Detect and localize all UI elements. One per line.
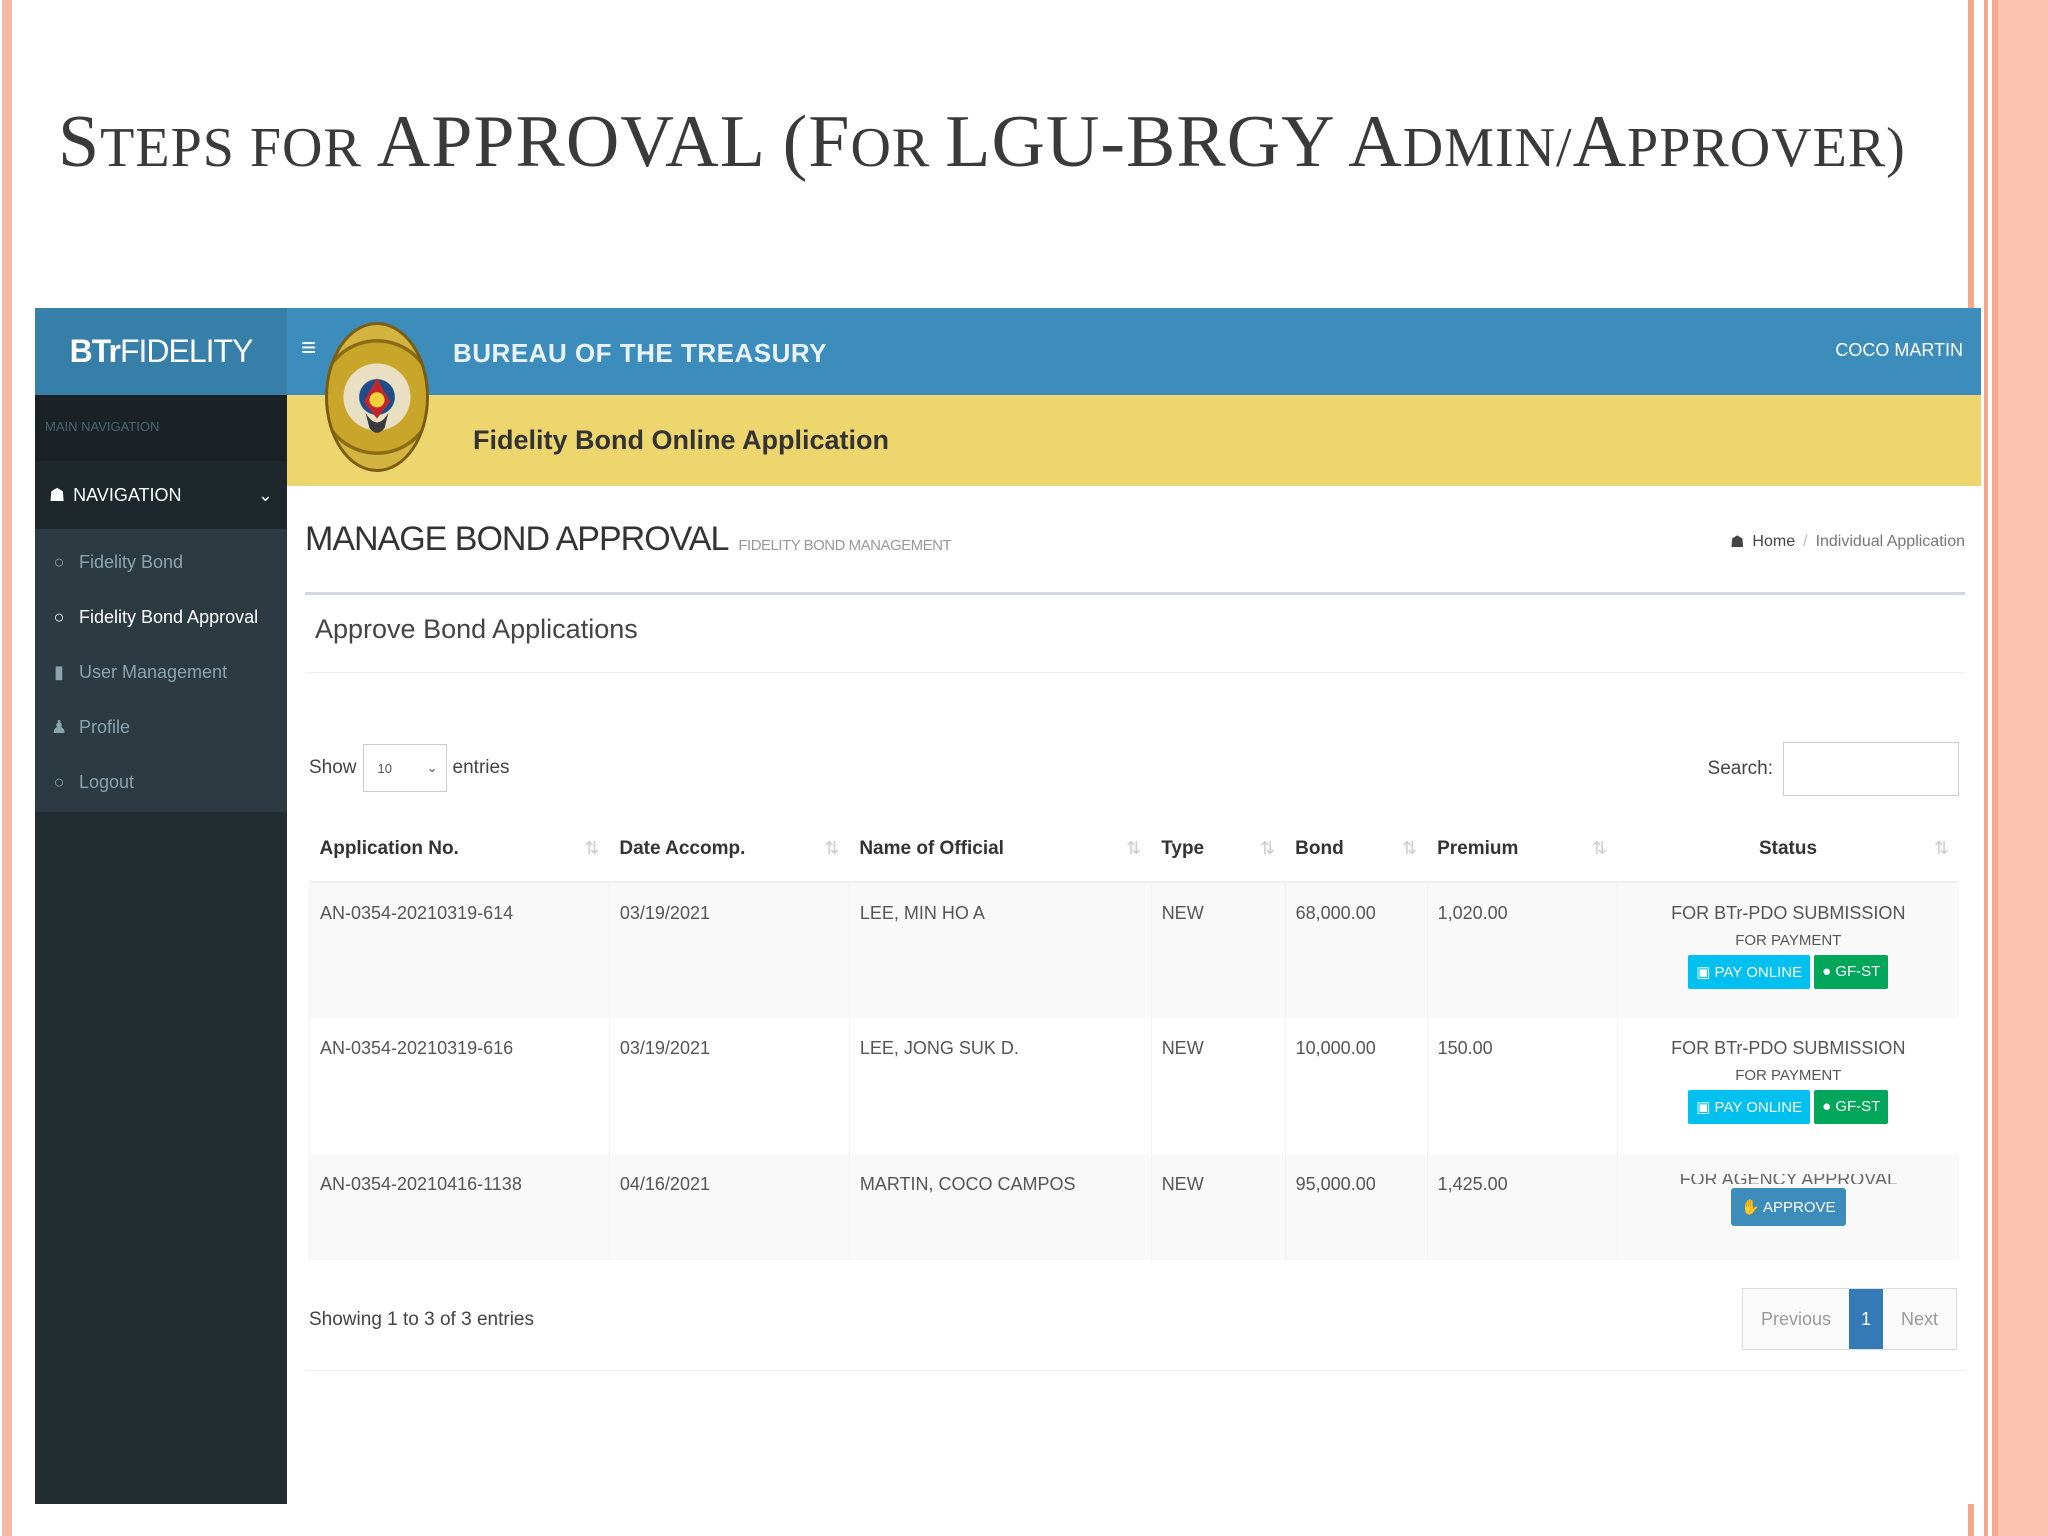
page-title: MANAGE BOND APPROVAL: [305, 520, 729, 558]
search-label: Search:: [1707, 758, 1773, 779]
sidebar-item-user-management[interactable]: ▮ User Management: [35, 645, 287, 700]
entries-select[interactable]: 10 ⌄: [362, 744, 447, 792]
status-cell: FOR AGENCY APPROVAL ✋ APPROVE: [1616, 1154, 1959, 1260]
entries-length-control: Show 10 ⌄ entries: [309, 744, 510, 792]
circle-icon: ○: [53, 772, 65, 792]
chevron-down-icon: ⌄: [257, 484, 273, 505]
bureau-seal-logo: [325, 322, 429, 472]
user-icon: ♟: [51, 717, 68, 737]
gf-st-button[interactable]: ● GF-ST: [1814, 1090, 1889, 1124]
sidebar-item-fidelity-bond[interactable]: ○ Fidelity Bond: [35, 535, 287, 590]
circle-icon: ○: [53, 607, 65, 627]
dashboard-icon: ☗: [49, 484, 66, 505]
box-title: Approve Bond Applications: [315, 614, 638, 644]
menu-toggle-icon[interactable]: ≡: [301, 332, 316, 363]
col-date-accomp[interactable]: Date Accomp. ⇅: [609, 816, 850, 883]
sort-icon: ⇅: [584, 838, 600, 858]
page-1-button[interactable]: 1: [1848, 1289, 1883, 1349]
status-subtext: FOR PAYMENT: [1735, 932, 1842, 949]
col-bond[interactable]: Bond ⇅: [1285, 816, 1428, 883]
footer-divider: [305, 1370, 1965, 1371]
main-navigation-label: MAIN NAVIGATION: [35, 395, 287, 461]
box-divider: [305, 672, 1965, 673]
status-subtext: FOR PAYMENT: [1735, 1067, 1842, 1084]
next-page-button[interactable]: Next: [1882, 1289, 1956, 1349]
search-input[interactable]: [1783, 742, 1959, 796]
home-icon: ☗: [1730, 534, 1745, 551]
slide-title: STEPS FOR APPROVAL (FOR LGU-BRGY ADMIN/A…: [58, 101, 1906, 183]
dot-icon: ●: [1822, 963, 1836, 980]
col-status[interactable]: Status ⇅: [1617, 816, 1959, 883]
search-control: Search:: [1708, 742, 1959, 796]
status-cell: FOR BTr-PDO SUBMISSION FOR PAYMENT ▣ PAY…: [1616, 1018, 1959, 1154]
card-icon: ▣: [1696, 964, 1715, 981]
table-info: Showing 1 to 3 of 3 entries: [309, 1309, 534, 1330]
sidebar-item-logout[interactable]: ○ Logout: [35, 755, 287, 810]
dot-icon: ●: [1822, 1098, 1836, 1115]
pay-online-button[interactable]: ▣ PAY ONLINE: [1688, 1090, 1811, 1124]
card-icon: ▣: [1696, 1099, 1715, 1116]
sidebar-item-fidelity-bond-approval[interactable]: ○ Fidelity Bond Approval: [35, 590, 287, 645]
slide-left-border: [0, 0, 22, 1536]
page-subtitle: FIDELITY BOND MANAGEMENT: [738, 537, 952, 554]
status-cell: FOR BTr-PDO SUBMISSION FOR PAYMENT ▣ PAY…: [1616, 882, 1959, 1018]
sidebar-item-profile[interactable]: ♟ Profile: [35, 700, 287, 755]
thumbs-up-icon: ✋: [1740, 1199, 1764, 1216]
org-name: BUREAU OF THE TREASURY: [453, 338, 828, 368]
sort-icon: ⇅: [1933, 838, 1949, 858]
approve-button[interactable]: ✋ APPROVE: [1730, 1188, 1846, 1226]
breadcrumb-home[interactable]: Home: [1752, 533, 1795, 551]
pagination: Previous 1 Next: [1741, 1288, 1957, 1350]
col-name-of-official[interactable]: Name of Official ⇅: [849, 816, 1152, 883]
breadcrumb-current: Individual Application: [1815, 533, 1965, 550]
sort-icon: ⇅: [1260, 838, 1276, 858]
sort-icon: ⇅: [1591, 838, 1608, 858]
status-text: FOR AGENCY APPROVAL: [1679, 1174, 1897, 1184]
banner-title: Fidelity Bond Online Application: [473, 425, 889, 455]
col-premium[interactable]: Premium ⇅: [1427, 816, 1618, 883]
app-banner: Fidelity Bond Online Application: [287, 395, 1981, 486]
status-text: FOR BTr-PDO SUBMISSION: [1671, 1038, 1906, 1058]
seal-emblem: [363, 378, 391, 433]
col-application-no[interactable]: Application No. ⇅: [309, 816, 610, 883]
chevron-down-icon: ⌄: [426, 760, 438, 775]
sort-icon: ⇅: [824, 838, 840, 858]
applications-table: Application No. ⇅ Date Accomp. ⇅ Name of O…: [309, 816, 1959, 1260]
users-icon: ▮: [54, 662, 64, 682]
table-row: AN-0354-20210319-614 03/19/2021 LEE, MIN…: [309, 882, 1959, 1018]
pay-online-button[interactable]: ▣ PAY ONLINE: [1688, 955, 1811, 989]
app-screenshot: BTr FIDELITY MAIN NAVIGATION ☗ NAVIGATION…: [35, 308, 1981, 1504]
table-row: AN-0354-20210319-616 03/19/2021 LEE, JON…: [309, 1018, 1959, 1154]
breadcrumb: ☗ Home / Individual Application: [1730, 533, 1965, 551]
nav-header-label: NAVIGATION: [73, 484, 182, 505]
table-header-row: Application No. ⇅ Date Accomp. ⇅ Name of O…: [309, 816, 1959, 883]
circle-icon: ○: [53, 552, 65, 572]
previous-page-button[interactable]: Previous: [1742, 1289, 1849, 1349]
header-divider: [305, 592, 1965, 595]
nav-header[interactable]: ☗ NAVIGATION ⌄: [35, 461, 287, 529]
table-row: AN-0354-20210416-1138 04/16/2021 MARTIN,…: [309, 1154, 1959, 1260]
sidebar: BTr FIDELITY MAIN NAVIGATION ☗ NAVIGATION…: [35, 308, 287, 1504]
status-text: FOR BTr-PDO SUBMISSION: [1671, 903, 1906, 923]
sort-icon: ⇅: [1126, 838, 1142, 858]
gf-st-button[interactable]: ● GF-ST: [1814, 955, 1889, 989]
sort-icon: ⇅: [1402, 838, 1418, 858]
user-menu[interactable]: COCO MARTIN: [1835, 340, 1963, 361]
brand-logo[interactable]: BTr FIDELITY: [35, 308, 287, 395]
top-navbar: ≡ BUREAU OF THE TREASURY COCO MARTIN: [287, 308, 1981, 395]
content-area: MANAGE BOND APPROVAL FIDELITY BOND MANAG…: [287, 486, 1981, 1504]
col-type[interactable]: Type ⇅: [1151, 816, 1286, 883]
